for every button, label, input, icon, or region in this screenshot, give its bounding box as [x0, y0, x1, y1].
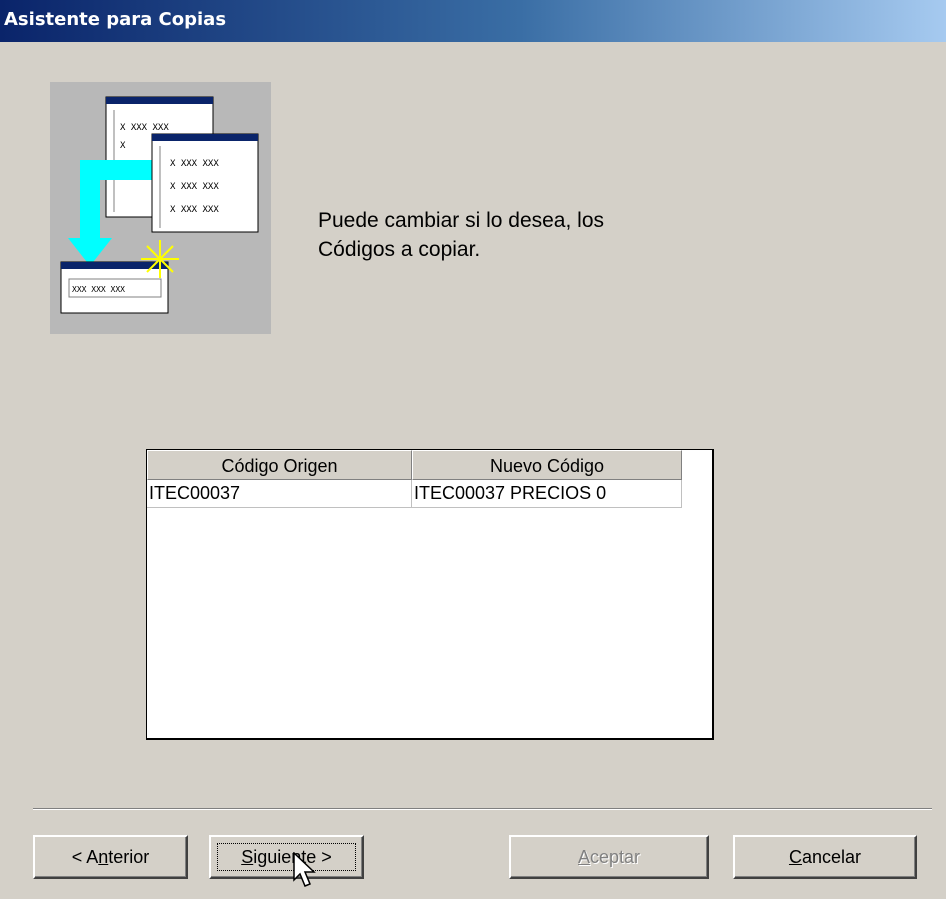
button-label-accel: n: [98, 847, 109, 867]
art-text: X XXX XXX: [170, 159, 219, 169]
window-title: Asistente para Copias: [4, 9, 227, 30]
button-label: ancelar: [801, 847, 862, 867]
art-text: X XXX XXX: [170, 182, 219, 192]
siguiente-button[interactable]: Siguiente >: [209, 835, 364, 879]
copy-codes-icon: X XXX XXX X X XXX XXX X XXX XXX X XXX XX…: [60, 96, 259, 314]
art-text: X: [120, 141, 126, 151]
column-header-codigo-origen[interactable]: Código Origen: [147, 450, 412, 480]
separator: [33, 809, 932, 810]
column-header-nuevo-codigo[interactable]: Nuevo Código: [412, 450, 682, 480]
button-label-accel: S: [241, 847, 254, 867]
cancelar-button[interactable]: Cancelar: [733, 835, 917, 879]
instruction-text: Puede cambiar si lo desea, los Códigos a…: [318, 209, 604, 261]
codes-grid[interactable]: Código Origen Nuevo Código ITEC00037 ITE…: [146, 449, 714, 740]
anterior-button[interactable]: < Anterior: [33, 835, 188, 879]
art-text: XXX XXX XXX: [72, 285, 125, 294]
wizard-illustration: X XXX XXX X X XXX XXX X XXX XXX X XXX XX…: [50, 82, 271, 334]
title-bar[interactable]: Asistente para Copias: [0, 0, 946, 42]
aceptar-button[interactable]: Aceptar: [509, 835, 709, 879]
button-label-accel: A: [577, 847, 590, 867]
button-label: ceptar: [589, 847, 641, 867]
button-label-accel: C: [788, 847, 802, 867]
cell-nuevo-codigo[interactable]: ITEC00037 PRECIOS 0: [412, 480, 682, 508]
art-text: X XXX XXX: [170, 205, 219, 215]
cell-codigo-origen[interactable]: ITEC00037: [147, 480, 412, 508]
mouse-cursor-icon: [293, 852, 316, 887]
button-label: terior: [108, 847, 150, 867]
art-text: X XXX XXX: [120, 123, 169, 133]
button-label: < A: [71, 847, 99, 867]
